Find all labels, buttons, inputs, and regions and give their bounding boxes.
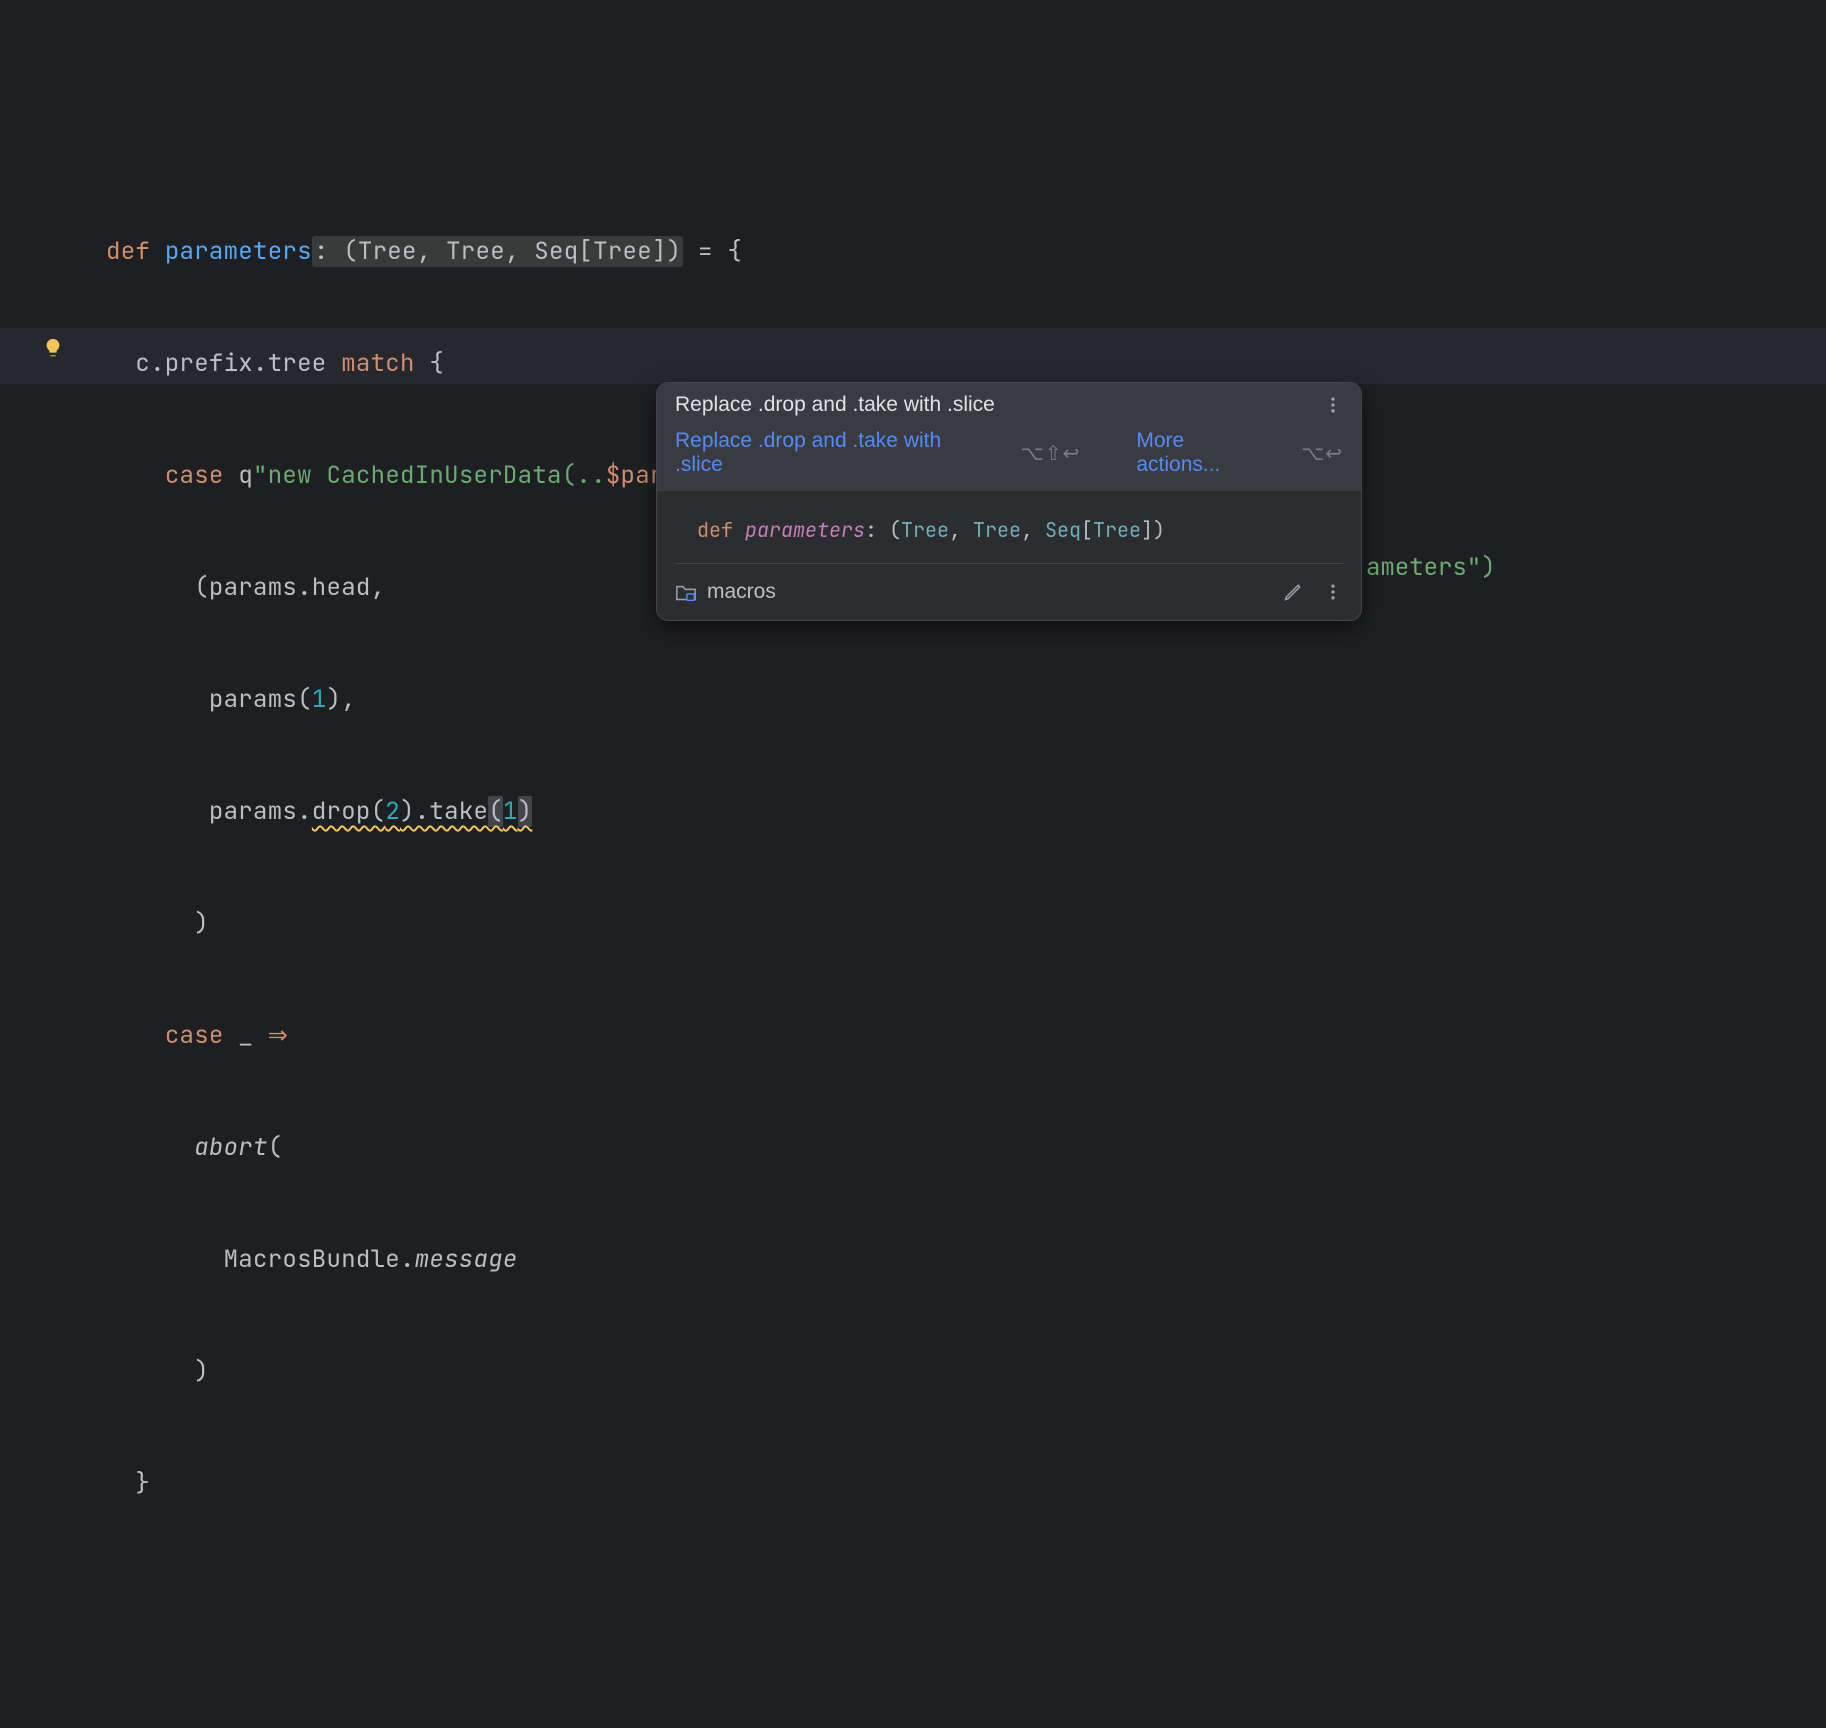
kebab-menu-icon[interactable]	[1323, 582, 1343, 602]
code-line[interactable]: params.drop(2).take(1)	[106, 784, 1826, 840]
code-line[interactable]: case _ ⇒	[106, 1008, 1826, 1064]
intention-popup: Replace .drop and .take with .slice Repl…	[656, 382, 1362, 621]
popup-header: Replace .drop and .take with .slice Repl…	[657, 383, 1361, 491]
shortcut-hint: ⌥⇧↩	[1021, 441, 1081, 466]
module-name: macros	[707, 580, 776, 604]
code-line[interactable]: params(1),	[106, 672, 1826, 728]
more-actions-link[interactable]: More actions...	[1136, 429, 1273, 477]
module-icon	[675, 583, 697, 601]
inspection-warning[interactable]: drop(2).take(1)	[312, 796, 533, 827]
code-fragment-behind-popup: ameters")	[1366, 552, 1496, 583]
popup-preview: def parameters: (Tree, Tree, Seq[Tree])	[657, 491, 1361, 563]
apply-fix-link[interactable]: Replace .drop and .take with .slice	[675, 429, 993, 477]
code-line[interactable]: )	[106, 1344, 1826, 1400]
popup-title: Replace .drop and .take with .slice	[675, 393, 995, 417]
shortcut-hint: ⌥↩	[1301, 441, 1343, 466]
popup-footer: macros	[657, 564, 1361, 620]
code-line[interactable]: MacrosBundle.message	[106, 1232, 1826, 1288]
code-line[interactable]: }	[106, 1456, 1826, 1512]
code-line[interactable]: )	[106, 896, 1826, 952]
more-options-icon[interactable]	[1323, 395, 1343, 415]
edit-icon[interactable]	[1283, 582, 1303, 602]
code-line[interactable]: abort(	[106, 1120, 1826, 1176]
code-line[interactable]: def parameters: (Tree, Tree, Seq[Tree]) …	[106, 224, 1826, 280]
code-editor[interactable]: def parameters: (Tree, Tree, Seq[Tree]) …	[0, 0, 1826, 1728]
